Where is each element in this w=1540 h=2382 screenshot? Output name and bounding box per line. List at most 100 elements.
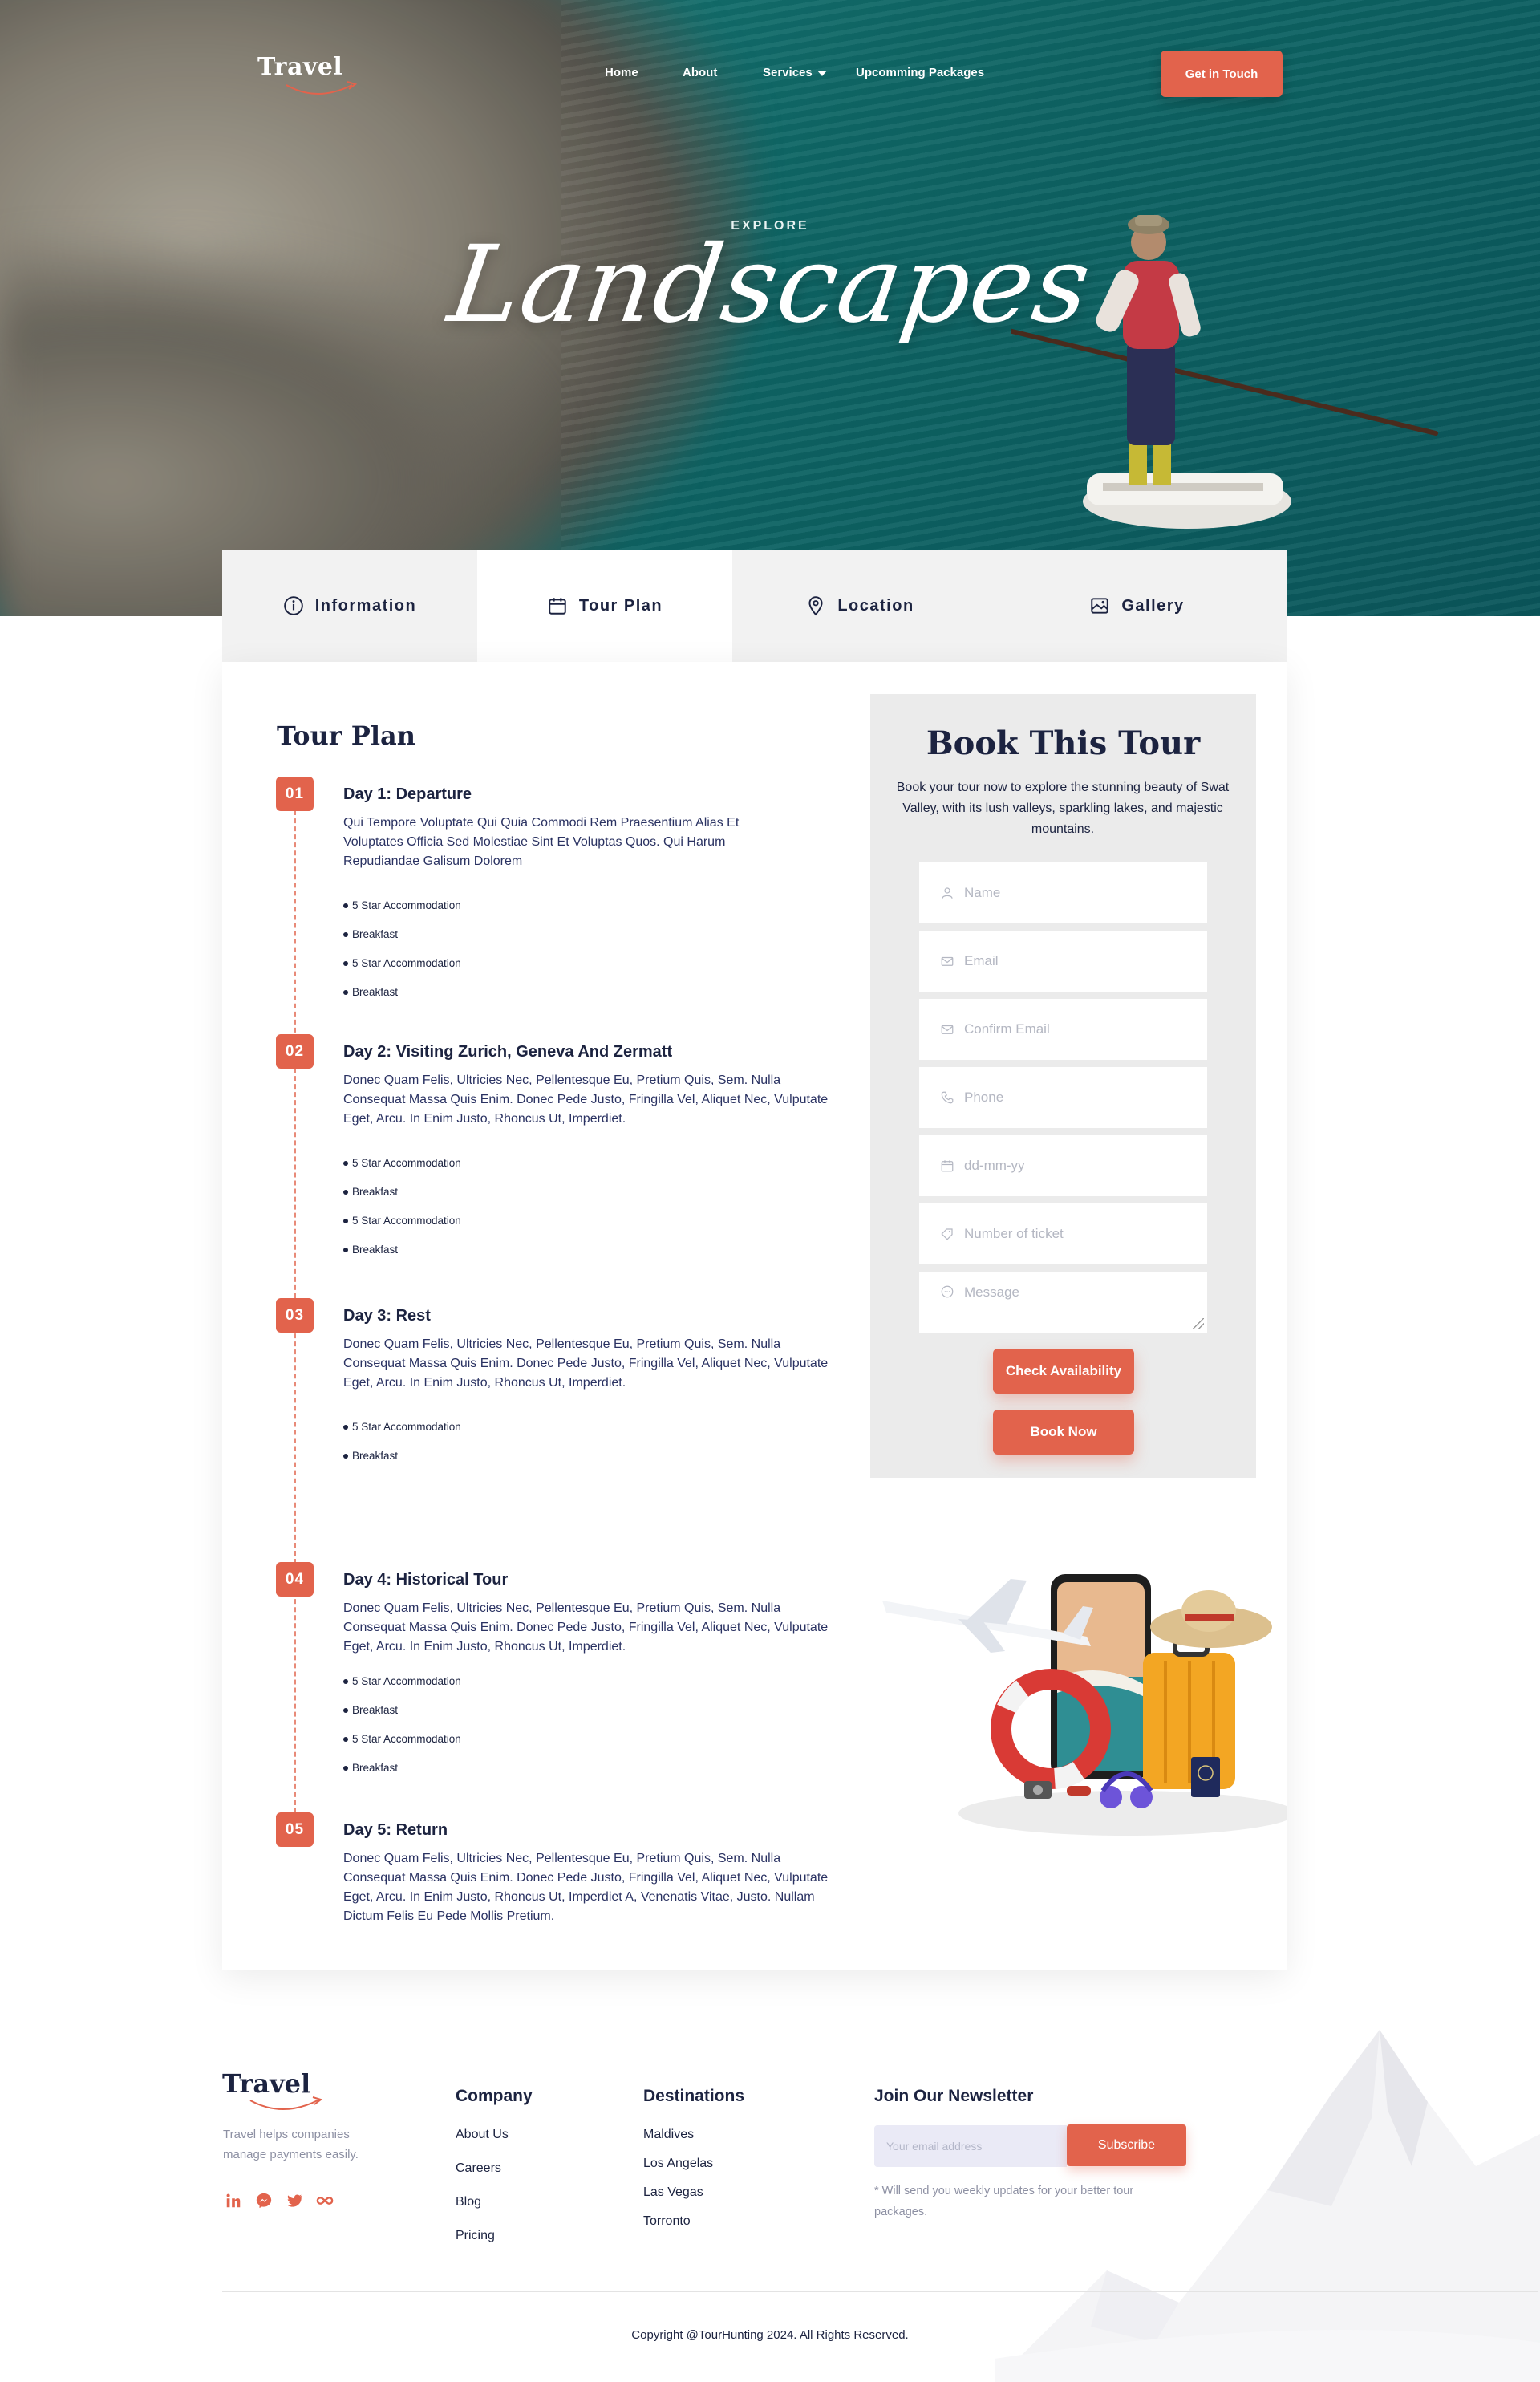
list-item: Breakfast <box>343 1243 461 1272</box>
tab-information-label: Information <box>314 596 417 615</box>
tab-information[interactable]: Information <box>222 550 477 662</box>
tab-location[interactable]: Location <box>732 550 987 662</box>
footer-link-maldives[interactable]: Maldives <box>643 2128 694 2142</box>
footer-link-careers[interactable]: Careers <box>456 2161 501 2176</box>
footer-link-torronto[interactable]: Torronto <box>643 2214 691 2229</box>
chat-icon <box>941 1285 954 1298</box>
tab-tour-plan[interactable]: Tour Plan <box>477 550 732 662</box>
tab-gallery[interactable]: Gallery <box>987 550 1287 662</box>
tab-location-label: Location <box>837 596 914 615</box>
gallery-icon <box>1091 598 1109 614</box>
calendar-icon <box>549 598 566 615</box>
confirm-email-field[interactable]: Confirm Email <box>919 999 1207 1060</box>
name-field[interactable]: Name <box>919 862 1207 923</box>
linkedin-icon[interactable] <box>223 2190 244 2211</box>
list-item: 5 Star Accommodation <box>343 1732 461 1761</box>
nav-home[interactable]: Home <box>605 66 638 79</box>
get-in-touch-button[interactable]: Get in Touch <box>1161 51 1283 97</box>
tab-tour-plan-label: Tour Plan <box>578 596 663 615</box>
list-item: Breakfast <box>343 1185 461 1214</box>
ticket-count-field[interactable]: Number of ticket <box>919 1203 1207 1264</box>
calendar-icon <box>941 1160 954 1172</box>
chevron-down-icon <box>817 70 827 76</box>
day-description-1: Qui Tempore Voluptate Qui Quia Commodi R… <box>343 816 740 868</box>
footer-destinations-title: Destinations <box>643 2087 745 2105</box>
list-item: Breakfast <box>343 1761 461 1790</box>
nav-upcoming-packages[interactable]: Upcomming Packages <box>856 66 984 79</box>
ticket-field-placeholder: Number of ticket <box>964 1226 1064 1241</box>
list-item: 5 Star Accommodation <box>343 1214 461 1243</box>
newsletter-title: Join Our Newsletter <box>874 2087 1034 2105</box>
day-bullets-4: 5 Star Accommodation Breakfast 5 Star Ac… <box>343 1674 461 1790</box>
copyright-text: Copyright @TourHunting 2024. All Rights … <box>631 2328 909 2342</box>
message-textarea[interactable]: Message <box>919 1272 1207 1333</box>
list-item: 5 Star Accommodation <box>343 1156 461 1185</box>
name-field-placeholder: Name <box>964 885 1001 900</box>
day-title-2: Day 2: Visiting Zurich, Geneva And Zerma… <box>343 1043 673 1061</box>
nav-services-label: Services <box>763 66 813 79</box>
footer-link-las-vegas[interactable]: Las Vegas <box>643 2185 703 2200</box>
day-bullets-3: 5 Star Accommodation Breakfast <box>343 1420 461 1478</box>
tour-plan-title: Tour Plan <box>277 720 415 751</box>
email-field-placeholder: Email <box>964 953 999 968</box>
newsletter-email-input[interactable]: Your email address <box>874 2125 1067 2167</box>
phone-icon <box>941 1091 954 1104</box>
header-logo[interactable]: Travel <box>257 53 358 95</box>
day-badge-4: 04 <box>276 1562 314 1597</box>
day-badge-3: 03 <box>276 1298 314 1333</box>
footer-link-los-angelas[interactable]: Los Angelas <box>643 2157 713 2171</box>
day-title-3: Day 3: Rest <box>343 1307 431 1325</box>
ticket-icon <box>941 1228 953 1240</box>
messenger-icon[interactable] <box>253 2190 274 2211</box>
footer-link-pricing[interactable]: Pricing <box>456 2229 495 2243</box>
logo-swoosh-icon <box>286 81 358 95</box>
subscribe-button[interactable]: Subscribe <box>1067 2124 1186 2166</box>
list-item: 5 Star Accommodation <box>343 1420 461 1449</box>
footer-tagline: Travel helps companies manage payments e… <box>223 2128 359 2161</box>
date-field[interactable]: dd-mm-yy <box>919 1135 1207 1196</box>
booking-title: Book This Tour <box>926 724 1201 762</box>
day-badge-2: 02 <box>276 1034 314 1069</box>
footer-link-about-us[interactable]: About Us <box>456 2128 509 2142</box>
hero-title: Landscapes <box>441 223 1099 347</box>
list-item: 5 Star Accommodation <box>343 1674 461 1703</box>
list-item: Breakfast <box>343 1703 461 1732</box>
day-badge-1: 01 <box>276 777 314 811</box>
message-field-placeholder: Message <box>964 1284 1019 1300</box>
list-item: 5 Star Accommodation <box>343 956 461 985</box>
tab-gallery-label: Gallery <box>1121 596 1185 615</box>
detail-tabs: Information Tour Plan Location Gallery <box>222 550 1287 662</box>
logo-swoosh-icon <box>249 2096 323 2110</box>
list-item: 5 Star Accommodation <box>343 899 461 927</box>
day-description-4: Donec Quam Felis, Ultricies Nec, Pellent… <box>343 1601 829 1654</box>
day-title-5: Day 5: Return <box>343 1821 448 1839</box>
resize-handle-icon[interactable] <box>1193 1318 1204 1329</box>
nav-services[interactable]: Services <box>763 66 827 79</box>
infinity-icon[interactable] <box>314 2190 335 2211</box>
footer-company-title: Company <box>456 2087 533 2105</box>
map-pin-icon <box>808 596 823 616</box>
logo-text: Travel <box>257 53 343 81</box>
info-icon <box>283 596 303 615</box>
phone-field[interactable]: Phone <box>919 1067 1207 1128</box>
phone-field-placeholder: Phone <box>964 1090 1004 1105</box>
list-item: Breakfast <box>343 927 461 956</box>
footer-divider <box>222 2291 1538 2292</box>
email-field[interactable]: Email <box>919 931 1207 992</box>
book-now-button[interactable]: Book Now <box>993 1410 1134 1455</box>
list-item: Breakfast <box>343 985 461 1014</box>
social-links <box>223 2190 335 2211</box>
twitter-icon[interactable] <box>284 2190 305 2211</box>
mail-icon <box>941 1025 954 1034</box>
booking-subtitle: Book your tour now to explore the stunni… <box>896 781 1230 836</box>
newsletter-note: * Will send you weekly updates for your … <box>874 2185 1134 2218</box>
footer-link-blog[interactable]: Blog <box>456 2195 481 2210</box>
day-description-3: Donec Quam Felis, Ultricies Nec, Pellent… <box>343 1337 829 1390</box>
day-description-2: Donec Quam Felis, Ultricies Nec, Pellent… <box>343 1073 829 1126</box>
nav-about[interactable]: About <box>683 66 717 79</box>
date-field-placeholder: dd-mm-yy <box>964 1158 1025 1173</box>
confirm-email-placeholder: Confirm Email <box>964 1021 1050 1037</box>
day-badge-5: 05 <box>276 1812 314 1847</box>
day-bullets-1: 5 Star Accommodation Breakfast 5 Star Ac… <box>343 899 461 1014</box>
check-availability-button[interactable]: Check Availability <box>993 1349 1134 1394</box>
